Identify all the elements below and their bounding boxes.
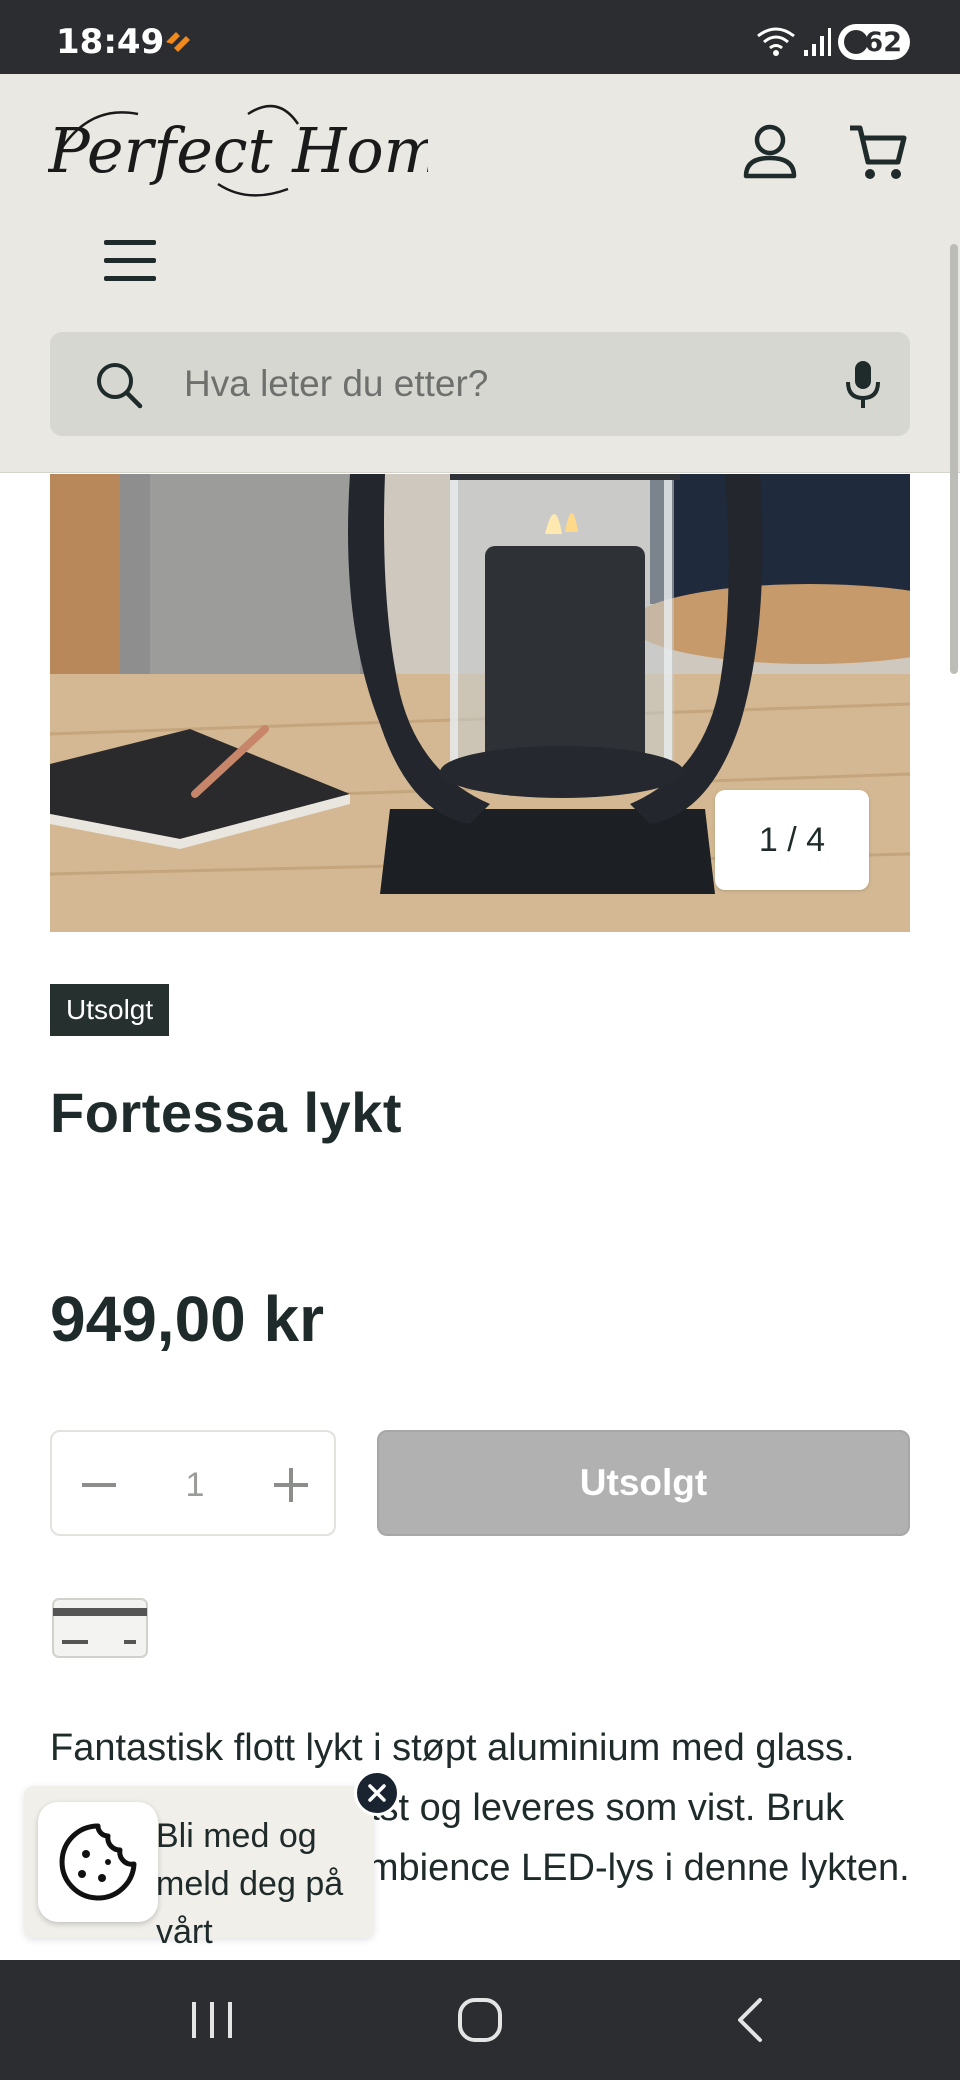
quantity-stepper bbox=[50, 1430, 336, 1536]
wifi-icon bbox=[757, 27, 795, 56]
app-notification-icon bbox=[166, 32, 190, 52]
cookie-settings-button[interactable] bbox=[38, 1802, 158, 1922]
quantity-input[interactable] bbox=[152, 1462, 238, 1508]
site-header: Perfect Home bbox=[0, 74, 960, 473]
signal-icon bbox=[804, 28, 831, 56]
status-badge: Utsolgt bbox=[50, 984, 170, 1036]
back-icon[interactable] bbox=[730, 1996, 770, 2044]
image-counter: 1 / 4 bbox=[715, 790, 869, 890]
recent-apps-icon[interactable] bbox=[186, 1996, 238, 2044]
menu-icon[interactable] bbox=[100, 234, 160, 288]
account-icon[interactable] bbox=[738, 120, 802, 184]
status-time: 18:49 bbox=[56, 22, 165, 62]
search-bar bbox=[50, 332, 910, 436]
close-popup-button[interactable] bbox=[354, 1770, 400, 1816]
status-bar: 18:49 62 bbox=[0, 0, 960, 74]
scrollbar[interactable] bbox=[950, 244, 958, 674]
microphone-icon[interactable] bbox=[838, 358, 888, 410]
product-price: 949,00 kr bbox=[50, 1283, 325, 1355]
minus-icon[interactable] bbox=[74, 1460, 124, 1510]
logo-text: Perfect Home bbox=[48, 114, 428, 187]
battery-level: 62 bbox=[864, 26, 902, 58]
battery-icon: 62 bbox=[838, 24, 910, 60]
payment-card-icon bbox=[52, 1598, 148, 1658]
cookie-icon bbox=[59, 1823, 137, 1901]
home-icon[interactable] bbox=[456, 1996, 504, 2044]
add-to-cart-button[interactable]: Utsolgt bbox=[377, 1430, 910, 1536]
close-icon bbox=[368, 1784, 386, 1802]
product-title: Fortessa lykt bbox=[50, 1081, 402, 1144]
system-navigation-bar bbox=[0, 1960, 960, 2080]
search-input[interactable] bbox=[184, 352, 824, 416]
brand-logo[interactable]: Perfect Home bbox=[48, 94, 428, 210]
battery-saver-icon bbox=[844, 30, 868, 54]
search-icon[interactable] bbox=[94, 360, 144, 410]
plus-icon[interactable] bbox=[266, 1460, 316, 1510]
cart-icon[interactable] bbox=[846, 120, 910, 184]
